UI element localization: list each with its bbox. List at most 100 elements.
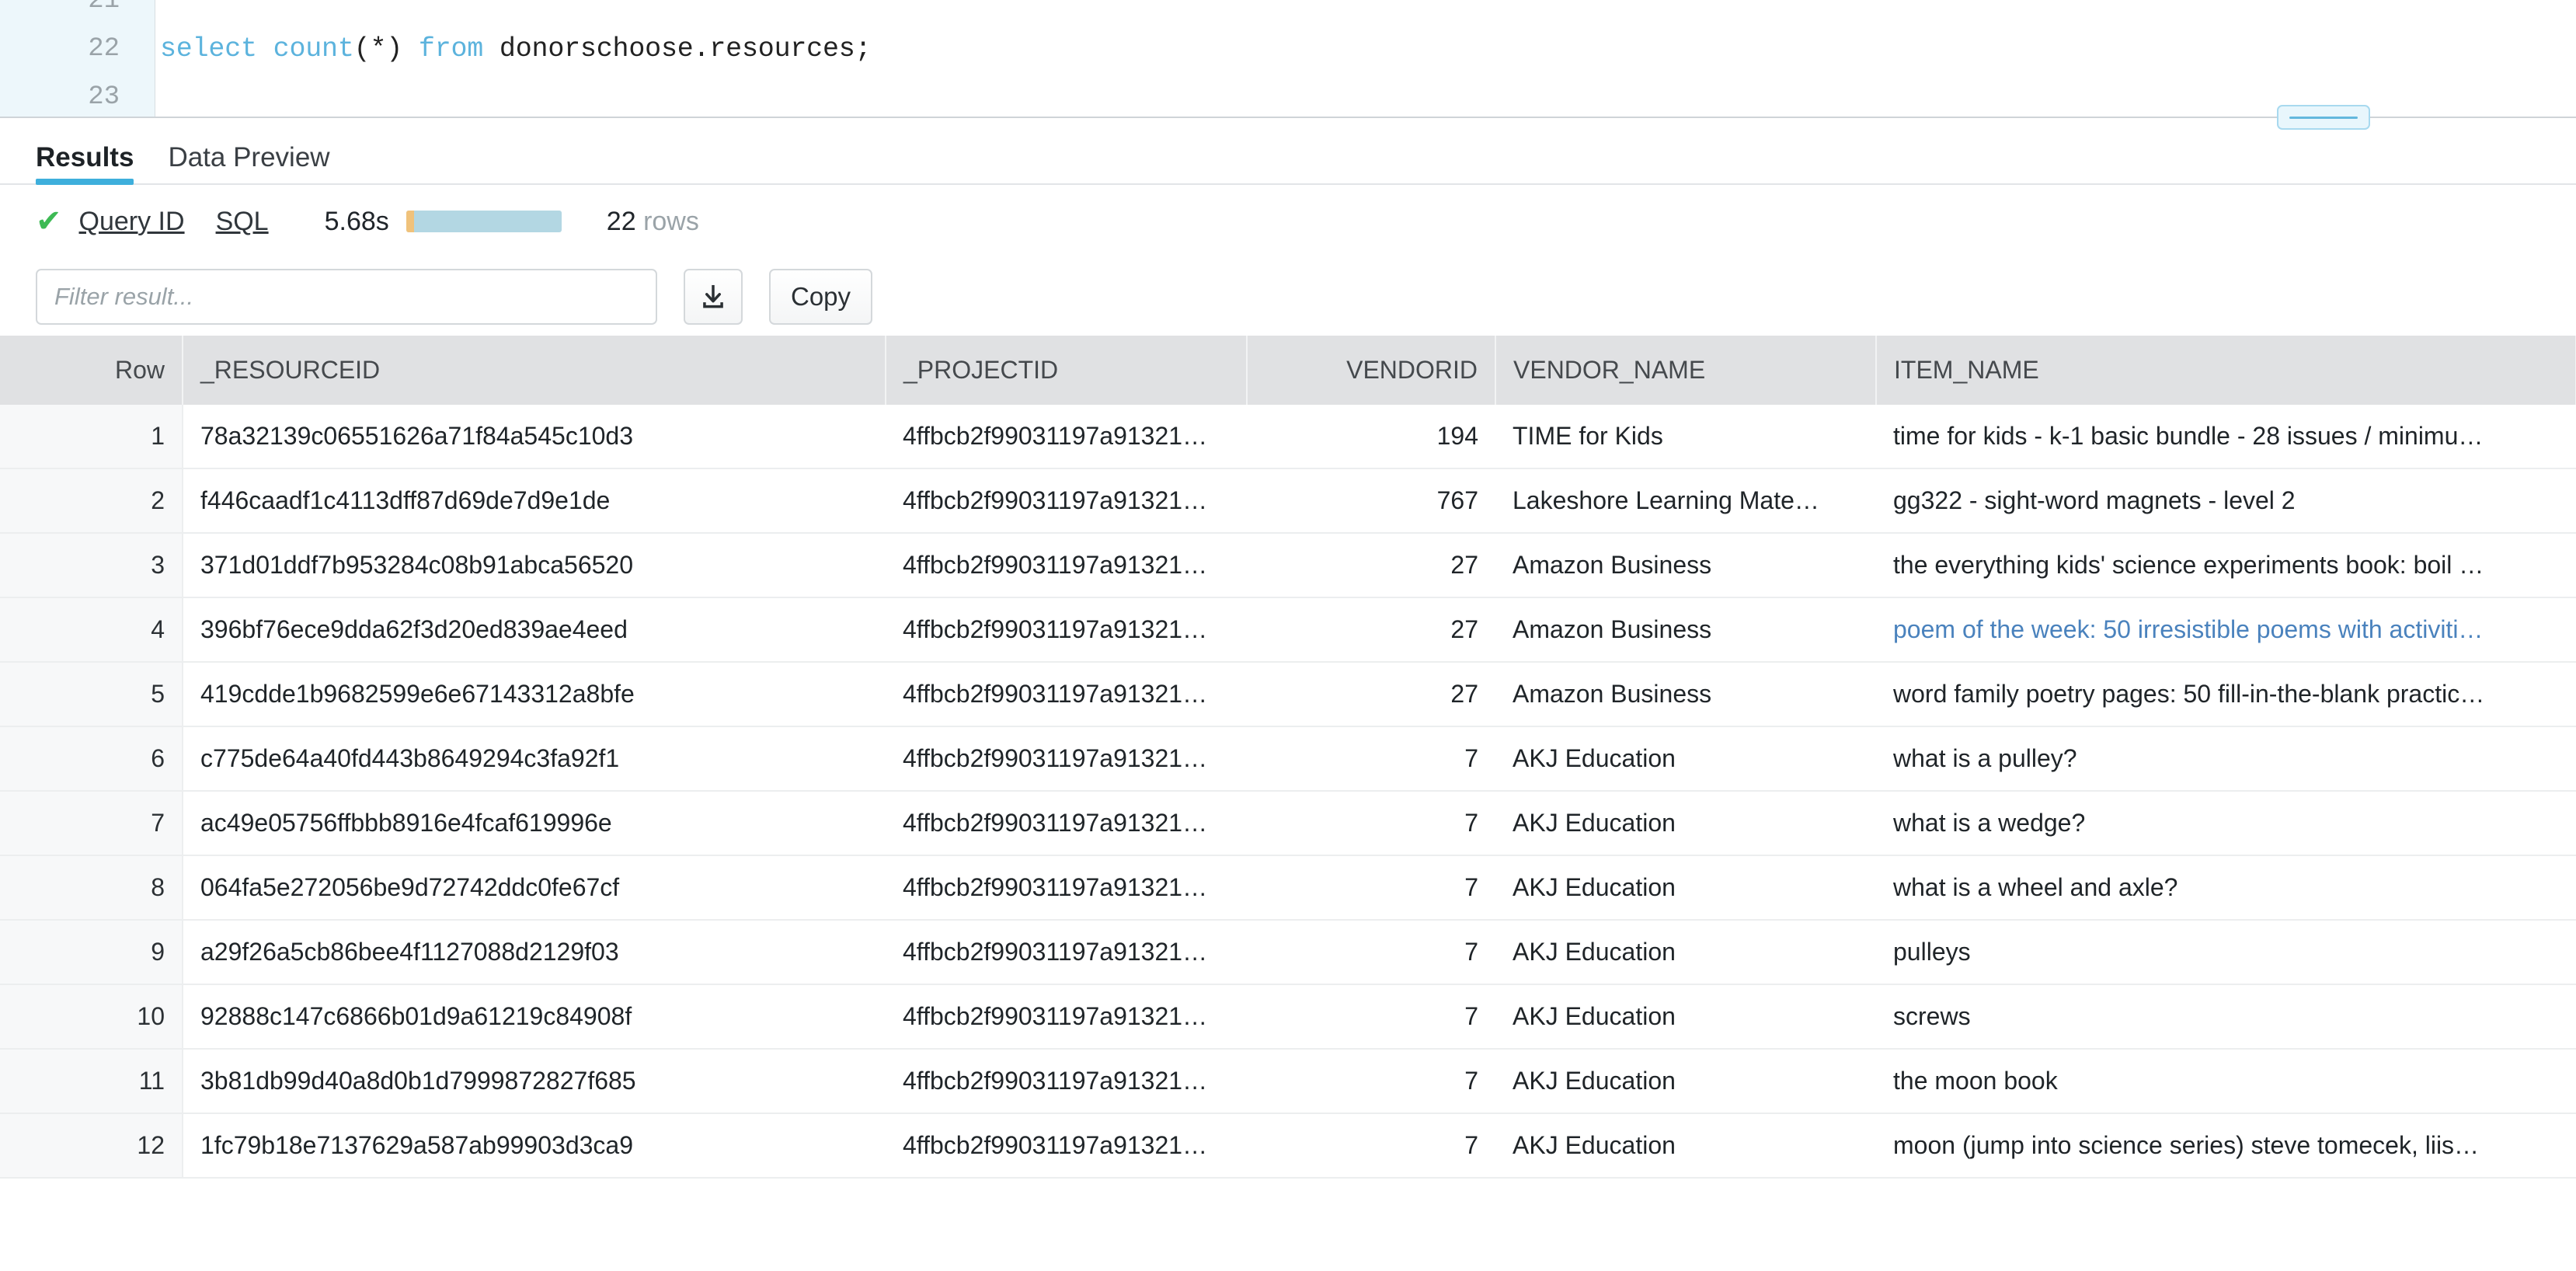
row-count-unit: rows <box>643 206 699 236</box>
cell-item_name[interactable]: poem of the week: 50 irresistible poems … <box>1876 597 2576 663</box>
query-status-bar: ✔ Query ID SQL 5.68s 22 rows <box>0 185 2576 258</box>
download-button[interactable] <box>684 269 743 325</box>
row-count: 22 rows <box>607 207 699 237</box>
sql-worksheet-results-pane: 21 22 select count(*) from donorschoose.re… <box>0 0 2576 1271</box>
results-table-container[interactable]: Row _RESOURCEID _PROJECTID VENDORID VENDOR_N… <box>0 336 2576 1271</box>
cell-vendor_name: AKJ Education <box>1495 1049 1876 1114</box>
table-row[interactable]: 10 92888c147c6866b01d9a61219c84908f 4ffbcb… <box>0 984 2576 1050</box>
table-row[interactable]: 2 f446caadf1c4113dff87d69de7d9e1de 4ffbcb2… <box>0 468 2576 534</box>
copy-button[interactable]: Copy <box>769 269 873 325</box>
cell-item_name: screws <box>1876 984 2576 1050</box>
code-token: donorschoose.resources; <box>483 33 872 64</box>
cell-vendorid: 7 <box>1247 855 1495 921</box>
table-row[interactable]: 4 396bf76ece9dda62f3d20ed839ae4eed 4ffbcb2… <box>0 597 2576 663</box>
editor-line[interactable]: 22 select count(*) from donorschoose.reso… <box>0 25 2576 73</box>
tab-data-preview[interactable]: Data Preview <box>168 144 329 183</box>
cell-resourceid: 064fa5e272056be9d72742ddc0fe67cf <box>183 855 886 921</box>
code-token: from <box>418 33 484 64</box>
cell-item_name: word family poetry pages: 50 fill-in-the… <box>1876 662 2576 727</box>
table-header-row: Row _RESOURCEID _PROJECTID VENDORID VENDOR_N… <box>0 336 2576 405</box>
cell-vendor_name: AKJ Education <box>1495 1113 1876 1179</box>
row-index-cell: 9 <box>0 920 183 985</box>
cell-vendorid: 27 <box>1247 597 1495 663</box>
cell-vendorid: 194 <box>1247 405 1495 469</box>
sql-editor[interactable]: 21 22 select count(*) from donorschoose.re… <box>0 0 2576 117</box>
row-index-cell: 7 <box>0 791 183 856</box>
cell-projectid: 4ffbcb2f99031197a91321… <box>886 1113 1247 1179</box>
filter-result-input[interactable] <box>36 269 657 325</box>
progress-segment-queued <box>406 211 414 232</box>
cell-item_name: gg322 - sight-word magnets - level 2 <box>1876 468 2576 534</box>
cell-vendorid: 27 <box>1247 662 1495 727</box>
column-header-item_name[interactable]: ITEM_NAME <box>1876 336 2576 405</box>
editor-code-lines[interactable]: 21 22 select count(*) from donorschoose.re… <box>0 0 2576 117</box>
table-row[interactable]: 9 a29f26a5cb86bee4f1127088d2129f03 4ffbcb2… <box>0 920 2576 985</box>
cell-vendor_name: Lakeshore Learning Mate… <box>1495 468 1876 534</box>
cell-vendor_name: AKJ Education <box>1495 984 1876 1050</box>
editor-line-number: 23 <box>88 82 120 112</box>
cell-item_name: the moon book <box>1876 1049 2576 1114</box>
tab-results[interactable]: Results <box>36 142 134 185</box>
code-token: select <box>160 33 257 64</box>
table-row[interactable]: 12 1fc79b18e7137629a587ab99903d3ca9 4ffbcb… <box>0 1113 2576 1179</box>
download-icon <box>703 284 723 308</box>
row-index-cell: 5 <box>0 662 183 727</box>
resize-handle-icon[interactable] <box>2277 105 2370 130</box>
table-row[interactable]: 1 78a32139c06551626a71f84a545c10d3 4ffbcb2… <box>0 405 2576 469</box>
cell-item_name: the everything kids' science experiments… <box>1876 533 2576 598</box>
cell-vendorid: 767 <box>1247 468 1495 534</box>
column-header-vendorid[interactable]: VENDORID <box>1247 336 1496 405</box>
cell-vendorid: 27 <box>1247 533 1495 598</box>
column-header-row[interactable]: Row <box>0 336 183 405</box>
query-progress-bar <box>406 211 562 232</box>
cell-resourceid: 1fc79b18e7137629a587ab99903d3ca9 <box>183 1113 886 1179</box>
editor-line-number: 21 <box>88 0 120 16</box>
editor-line[interactable]: 23 <box>0 73 2576 117</box>
row-index-cell: 3 <box>0 533 183 598</box>
row-index-cell: 1 <box>0 405 183 469</box>
results-table-body: 1 78a32139c06551626a71f84a545c10d3 4ffbcb2… <box>0 405 2576 1179</box>
table-row[interactable]: 7 ac49e05756ffbbb8916e4fcaf619996e 4ffbcb2… <box>0 791 2576 856</box>
cell-vendor_name: Amazon Business <box>1495 533 1876 598</box>
cell-resourceid: 92888c147c6866b01d9a61219c84908f <box>183 984 886 1050</box>
cell-projectid: 4ffbcb2f99031197a91321… <box>886 405 1247 469</box>
row-index-cell: 4 <box>0 597 183 663</box>
column-header-resourceid[interactable]: _RESOURCEID <box>183 336 886 405</box>
row-index-cell: 6 <box>0 726 183 792</box>
cell-projectid: 4ffbcb2f99031197a91321… <box>886 855 1247 921</box>
query-id-link[interactable]: Query ID <box>79 207 185 237</box>
pane-splitter[interactable] <box>0 105 2576 130</box>
code-token: count <box>273 33 354 64</box>
cell-vendor_name: AKJ Education <box>1495 726 1876 792</box>
table-row[interactable]: 11 3b81db99d40a8d0b1d7999872827f685 4ffbcb… <box>0 1049 2576 1114</box>
cell-item_name: time for kids - k-1 basic bundle - 28 is… <box>1876 405 2576 469</box>
cell-projectid: 4ffbcb2f99031197a91321… <box>886 726 1247 792</box>
column-header-vendor_name[interactable]: VENDOR_NAME <box>1495 336 1877 405</box>
table-row[interactable]: 6 c775de64a40fd443b8649294c3fa92f1 4ffbcb2… <box>0 726 2576 792</box>
table-row[interactable]: 8 064fa5e272056be9d72742ddc0fe67cf 4ffbcb2… <box>0 855 2576 921</box>
table-row[interactable]: 5 419cdde1b9682599e6e67143312a8bfe 4ffbcb2… <box>0 662 2576 727</box>
tab-results-label: Results <box>36 142 134 172</box>
row-index-cell: 12 <box>0 1113 183 1179</box>
column-header-projectid[interactable]: _PROJECTID <box>886 336 1248 405</box>
cell-item_name: what is a wheel and axle? <box>1876 855 2576 921</box>
cell-projectid: 4ffbcb2f99031197a91321… <box>886 468 1247 534</box>
table-row[interactable]: 3 371d01ddf7b953284c08b91abca56520 4ffbcb2… <box>0 533 2576 598</box>
editor-line-text[interactable]: select count(*) from donorschoose.resour… <box>140 25 872 73</box>
cell-vendorid: 7 <box>1247 791 1495 856</box>
sql-link[interactable]: SQL <box>216 207 269 237</box>
query-elapsed-time: 5.68s <box>324 206 389 236</box>
cell-vendor_name: TIME for Kids <box>1495 405 1876 469</box>
cell-projectid: 4ffbcb2f99031197a91321… <box>886 597 1247 663</box>
cell-resourceid: f446caadf1c4113dff87d69de7d9e1de <box>183 468 886 534</box>
cell-resourceid: 419cdde1b9682599e6e67143312a8bfe <box>183 662 886 727</box>
cell-resourceid: ac49e05756ffbbb8916e4fcaf619996e <box>183 791 886 856</box>
row-count-value: 22 <box>606 206 636 236</box>
editor-line[interactable]: 21 <box>0 0 2576 25</box>
row-index-cell: 11 <box>0 1049 183 1114</box>
row-index-cell: 10 <box>0 984 183 1050</box>
editor-line-number: 22 <box>88 34 120 64</box>
cell-projectid: 4ffbcb2f99031197a91321… <box>886 791 1247 856</box>
cell-vendor_name: AKJ Education <box>1495 855 1876 921</box>
row-index-cell: 8 <box>0 855 183 921</box>
